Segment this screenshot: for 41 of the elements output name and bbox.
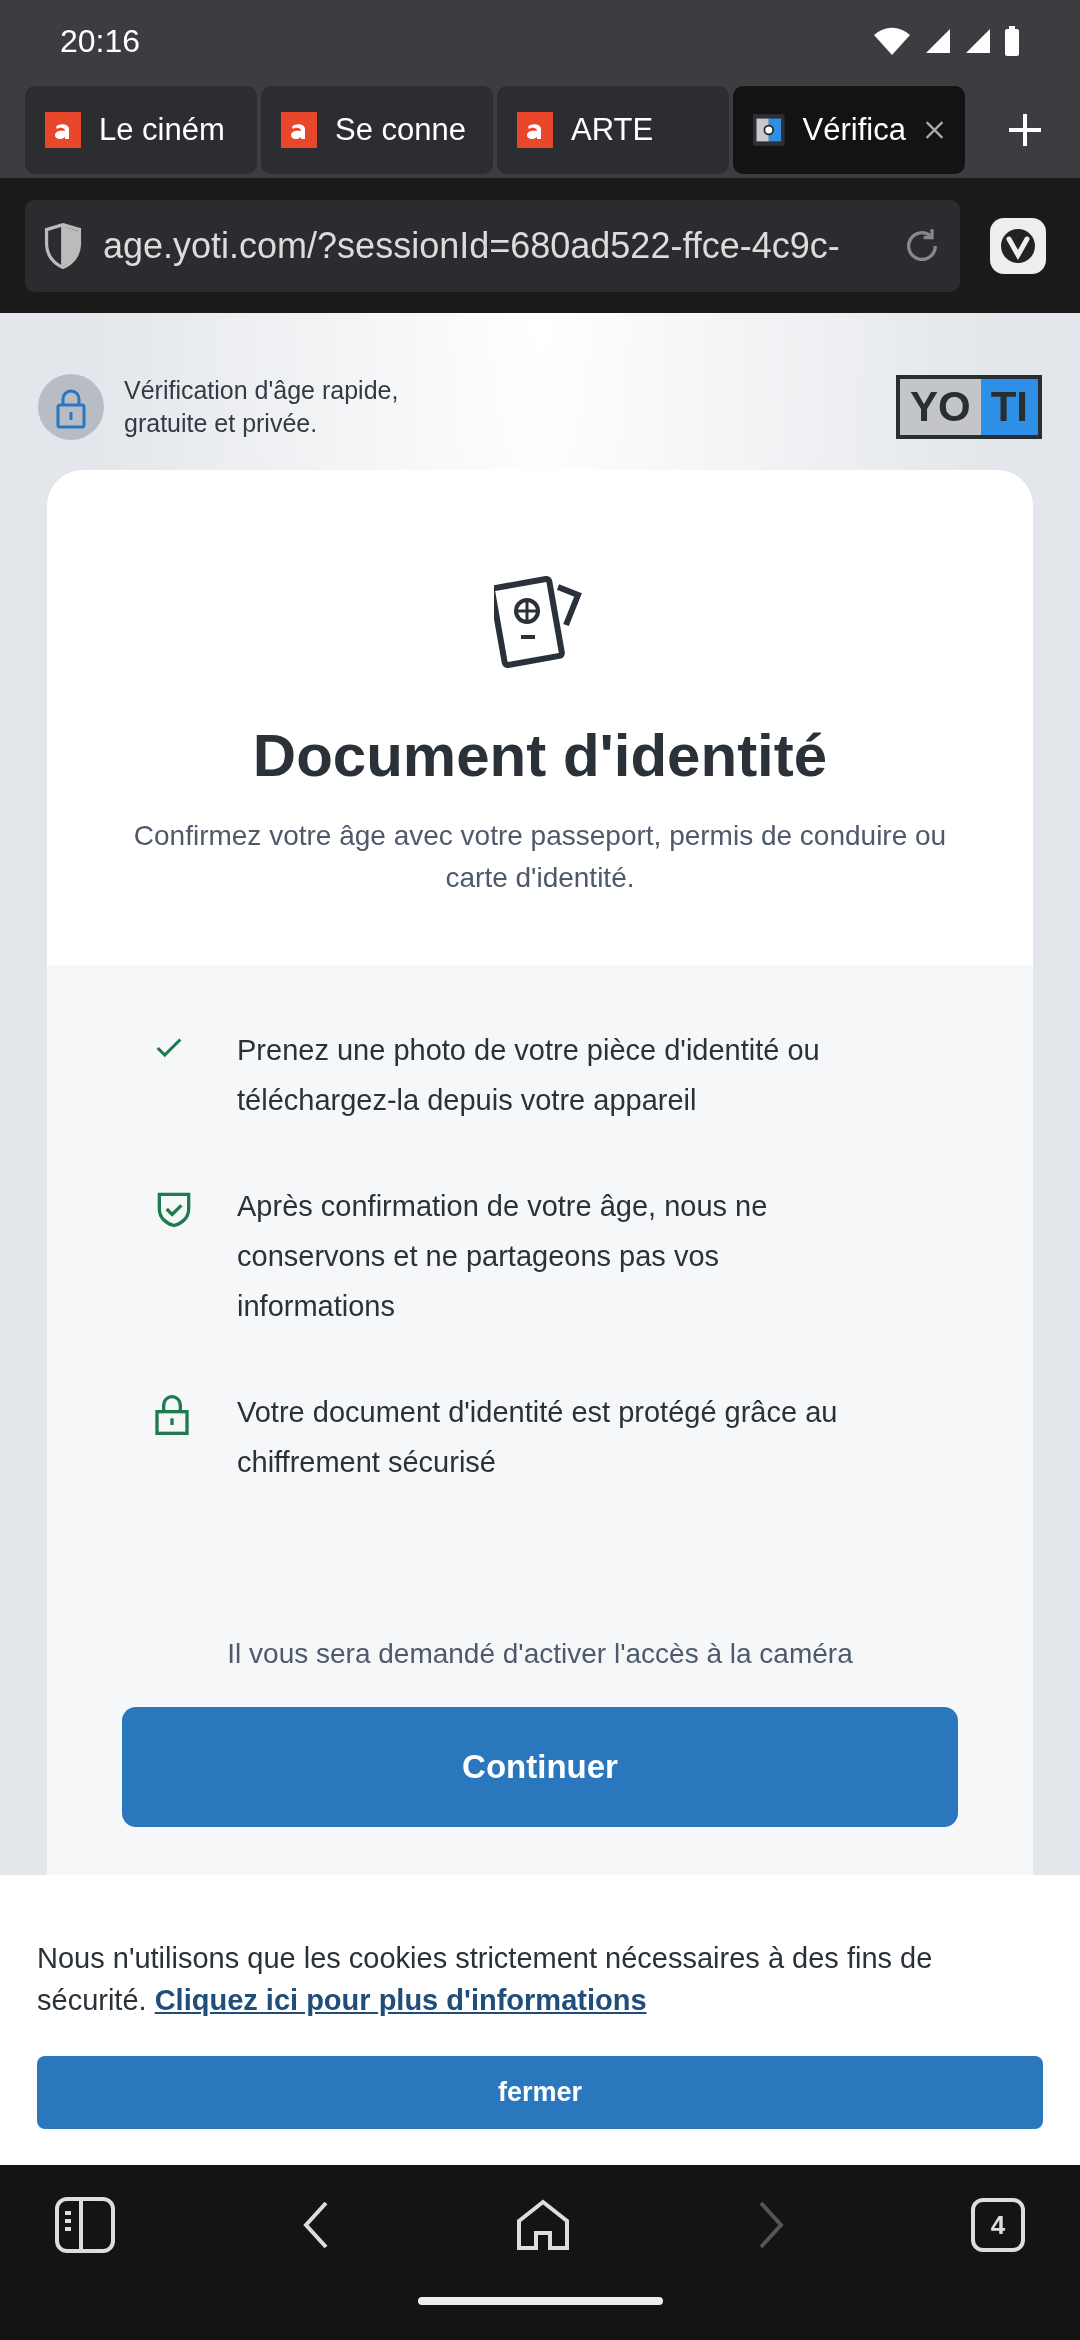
feature-text: Prenez une photo de votre pièce d'identité ou téléchargez-la depuis votre appareil [237,1033,821,1118]
browser-tab[interactable]: Se conne [261,86,493,174]
back-icon[interactable] [301,2201,330,2249]
logo-icon [517,112,553,148]
close-button[interactable]: fermer [37,2056,1043,2129]
tab-title: ARTE [571,110,654,149]
lock-icon [152,1393,192,1437]
logo-icon [45,112,81,148]
signal-icon [924,27,952,55]
panel-icon[interactable] [55,2197,115,2253]
info-link[interactable]: Cliquez ici pour plus d'informations [154,1984,647,2016]
card-title: Document d'identité [252,721,828,791]
cookie-text: Nous n'utilisons que les cookies strictement nécessaires à des fins de sécurité. Cliquez ici pour plus d'informations [37,1941,934,2018]
browser-logo-icon[interactable] [990,217,1046,274]
feature-text: Après confirmation de votre âge, nous ne conservons et ne partageons pas vos informations [237,1189,769,1324]
battery-icon [1004,26,1020,56]
status-time: 20:16 [60,22,141,61]
feature-text: Votre document d'identité est protégé grâce au chiffrement sécurisé [237,1395,839,1480]
plus-icon[interactable] [1007,112,1043,148]
camera-note: Il vous sera demandé d'activer l'accès à la caméra [226,1637,854,1671]
close-icon[interactable] [923,118,945,142]
wifi-icon [872,25,912,57]
browser-tab[interactable]: ARTE [497,86,729,174]
tab-title: Le ciném [99,110,225,149]
logo-icon [281,112,317,148]
tab-title: Vérifica [802,110,906,149]
browser-tab[interactable]: Vérifica [733,86,965,174]
header-note: Vérification d'âge rapide, gratuite et privée. [124,374,400,439]
address-bar[interactable]: age.yoti.com/?sessionId=680ad522-ffce-4c9c- [25,199,960,292]
card-subtitle: Confirmez votre âge avec votre passeport, permis de conduire ou carte d'identité. [132,819,948,895]
signal-icon [964,27,992,55]
tab-title: Se conne [335,110,466,149]
continue-button[interactable]: Continuer [122,1707,958,1827]
browser-tab[interactable]: Le ciném [25,86,257,174]
shield-icon [43,222,83,269]
logo-icon [753,112,785,148]
yoti-logo: YO TI [896,374,1042,439]
lock-icon [38,373,104,440]
url-text: age.yoti.com/?sessionId=680ad522-ffce-4c9c- [103,223,841,268]
tab-counter[interactable]: 4 [971,2198,1025,2252]
home-icon[interactable] [516,2199,570,2251]
